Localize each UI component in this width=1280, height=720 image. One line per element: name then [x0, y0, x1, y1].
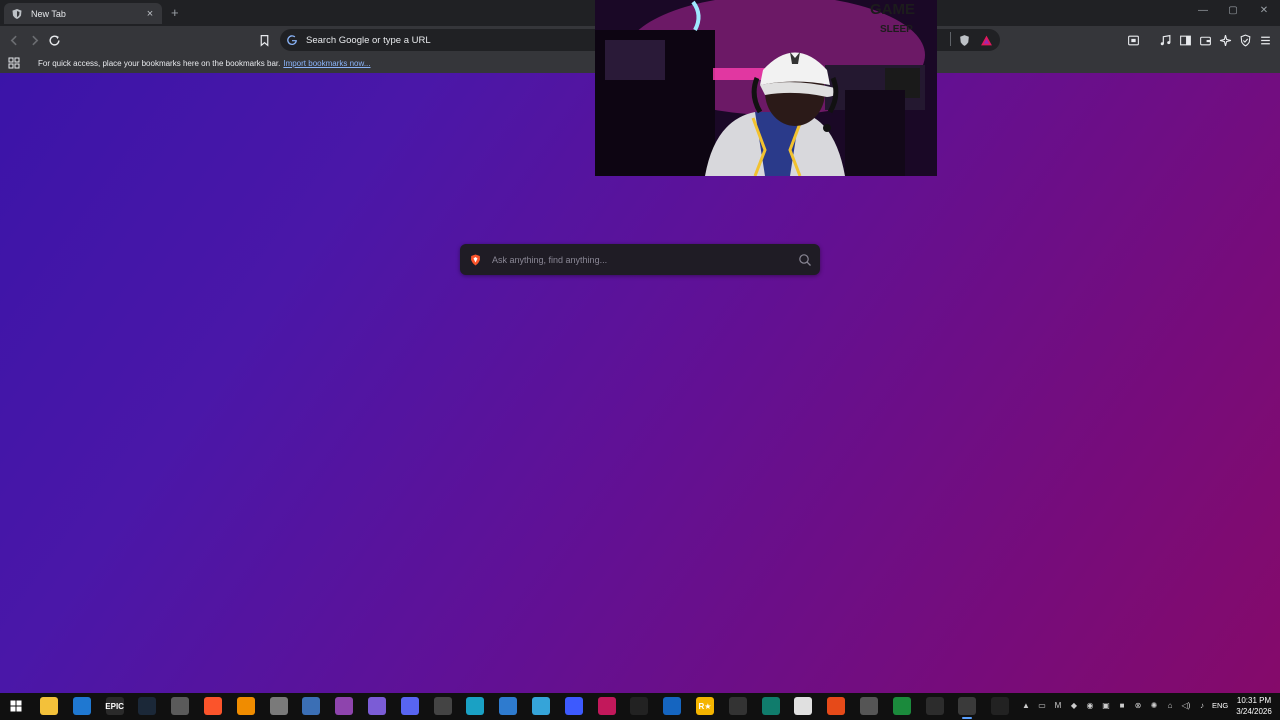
taskbar-edge-blue-icon[interactable] [72, 697, 91, 715]
taskbar-obs-icon[interactable] [958, 697, 977, 719]
media-button[interactable] [1156, 31, 1174, 49]
tray-chat-icon[interactable]: ◆ [1068, 699, 1080, 711]
import-bookmarks-link[interactable]: Import bookmarks now... [283, 59, 370, 68]
tray-monitor-icon[interactable]: ▣ [1100, 699, 1112, 711]
new-tab-button[interactable]: + [171, 5, 179, 20]
brave-logo-icon [471, 254, 480, 265]
taskbar-brave-icon[interactable] [204, 697, 222, 715]
sparkle-icon [1219, 34, 1231, 46]
sidebar-button[interactable] [1176, 31, 1194, 49]
vpn-button[interactable] [1236, 31, 1254, 49]
tab-close-icon[interactable]: × [144, 8, 156, 20]
taskbar-color-bars-icon[interactable] [335, 697, 354, 715]
bookmarks-bar-message: For quick access, place your bookmarks h… [38, 58, 281, 68]
clock-date: 3/24/2026 [1236, 707, 1272, 716]
taskbar-folder-teal-icon[interactable] [466, 697, 485, 715]
tray-discord-icon[interactable]: ◉ [1084, 699, 1096, 711]
arrow-left-icon [10, 35, 17, 45]
taskbar-dark-square-icon[interactable] [925, 697, 944, 715]
taskbar-globe-icon[interactable] [302, 697, 321, 715]
tray-microphone-icon[interactable]: ♪ [1196, 699, 1208, 711]
taskbar: EPIC R★ ▲ ▭ M ◆ ◉ ▣ ■ ⊗ ✺ ⌂ ◁) ♪ ENG 10:3… [0, 693, 1280, 720]
taskbar-dark-app-icon[interactable] [630, 697, 649, 715]
arrow-right-icon [31, 35, 38, 45]
wallet-icon [1199, 36, 1211, 45]
hamburger-menu-icon [1260, 36, 1270, 44]
tray-app-icon[interactable]: M [1052, 699, 1064, 711]
taskbar-photo-app-icon[interactable] [860, 697, 878, 715]
webcam-scene: GAME SLEEP [595, 0, 937, 176]
taskbar-steam-icon[interactable] [138, 697, 157, 715]
brave-shields-button[interactable] [955, 31, 973, 49]
taskbar-rocket-icon[interactable] [597, 697, 616, 715]
taskbar-chat-icon[interactable] [368, 697, 386, 715]
taskbar-vlc-icon[interactable] [236, 697, 255, 715]
taskbar-tool-icon[interactable] [532, 697, 550, 715]
tray-battery-icon[interactable]: ▭ [1036, 699, 1048, 711]
menu-button[interactable] [1256, 31, 1274, 49]
minimize-button[interactable]: — [1193, 5, 1213, 16]
brave-rewards-button[interactable] [977, 31, 995, 49]
screenshot-button[interactable] [1124, 31, 1142, 49]
music-note-icon [1160, 34, 1170, 45]
reload-button[interactable] [45, 31, 63, 49]
webcam-overlay: GAME SLEEP [595, 0, 937, 176]
window-close-button[interactable]: ✕ [1254, 5, 1274, 16]
omnibox-placeholder: Search Google or type a URL [306, 34, 431, 46]
screenshot-icon [1127, 35, 1139, 45]
taskbar-file-explorer-icon[interactable] [40, 697, 58, 715]
windows-logo-icon [10, 700, 22, 712]
rewards-triangle-icon [980, 35, 992, 45]
back-button[interactable] [5, 31, 23, 49]
taskbar-utility-icon[interactable] [269, 697, 288, 715]
vpn-shield-icon [1240, 34, 1250, 47]
tray-xbox-icon[interactable]: ⊗ [1132, 699, 1144, 711]
bookmark-button[interactable] [255, 31, 273, 49]
taskbar-media-icon[interactable] [728, 697, 747, 715]
apps-grid-icon[interactable] [8, 57, 20, 69]
bookmark-icon [260, 34, 268, 47]
taskbar-terminal-icon[interactable] [761, 697, 780, 715]
start-button[interactable] [7, 697, 25, 715]
forward-button[interactable] [25, 31, 43, 49]
language-indicator[interactable]: ENG [1212, 701, 1228, 710]
taskbar-steelseries-gg-icon[interactable] [991, 697, 1010, 715]
brave-shield-icon [959, 34, 969, 46]
tray-volume-icon[interactable]: ◁) [1180, 699, 1192, 711]
new-tab-search-input[interactable] [490, 244, 798, 275]
taskbar-game-controller-icon[interactable] [400, 697, 419, 715]
taskbar-sheets-app-icon[interactable] [892, 697, 911, 715]
taskbar-blue-square-icon[interactable] [663, 697, 682, 715]
taskbar-ea-app-icon[interactable] [827, 697, 846, 715]
tab-title: New Tab [31, 8, 66, 19]
omnibox-separator [950, 32, 951, 46]
clock-time: 10:31 PM [1236, 696, 1272, 705]
tray-network-icon[interactable]: ⌂ [1164, 699, 1176, 711]
leo-ai-button[interactable] [1216, 31, 1234, 49]
taskbar-monitor-icon[interactable] [564, 697, 583, 715]
google-icon [287, 35, 297, 46]
taskbar-epic-games-icon[interactable]: EPIC [105, 697, 124, 715]
taskbar-steelseries-icon[interactable] [433, 697, 452, 715]
sidebar-icon [1179, 35, 1191, 45]
tray-nvidia-icon[interactable]: ▲ [1020, 699, 1032, 711]
tray-steelseries-icon[interactable]: ✺ [1148, 699, 1160, 711]
clock[interactable]: 10:31 PM 3/24/2026 [1234, 695, 1274, 717]
tab-new-tab[interactable]: New Tab × [4, 3, 162, 24]
shield-icon [11, 8, 23, 20]
sign-game: GAME [870, 1, 915, 18]
new-tab-search-box[interactable] [460, 244, 820, 275]
reload-icon [48, 35, 60, 46]
taskbar-generic-app-icon[interactable] [171, 697, 190, 715]
taskbar-white-square-icon[interactable] [794, 697, 813, 715]
sign-sleep: SLEEP [880, 24, 913, 35]
taskbar-diamond-icon[interactable] [499, 697, 518, 715]
tray-green-icon[interactable]: ■ [1116, 699, 1128, 711]
search-icon[interactable] [798, 253, 812, 267]
maximize-button[interactable]: ▢ [1223, 5, 1243, 16]
taskbar-rockstar-icon[interactable]: R★ [696, 697, 714, 715]
wallet-button[interactable] [1196, 31, 1214, 49]
